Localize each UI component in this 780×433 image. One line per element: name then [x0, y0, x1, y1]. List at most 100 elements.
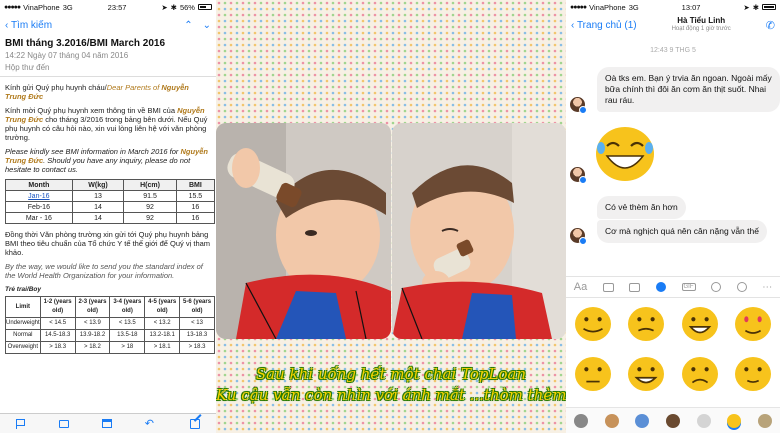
sticker-pack-4-icon[interactable] — [665, 413, 680, 428]
paragraph-who-en: By the way, we would like to send you th… — [5, 262, 203, 280]
who-cell: > 18.3 — [179, 341, 215, 354]
mailbox-label: Hộp thư đến — [5, 63, 50, 72]
bmi-cell: Mar - 16 — [5, 212, 73, 224]
emoji-sticker[interactable] — [627, 306, 665, 342]
mail-app-screen: ●●●●● VinaPhone 3G 23:57 ➤ ✱ 56% ‹ Tìm k… — [0, 0, 216, 433]
bmi-row: Jan-16 13 91.5 15.5 — [5, 190, 216, 202]
bmi-header-cell: H(cm) — [123, 179, 177, 191]
bluetooth-icon: ✱ — [752, 2, 759, 12]
bmi-cell: 16 — [175, 212, 216, 224]
who-cell: > 18 — [109, 341, 146, 354]
emoji-sticker[interactable] — [681, 306, 719, 342]
who-cell: 13.2-18.1 — [144, 329, 181, 342]
who-cell: < 13.9 — [74, 317, 111, 330]
who-row: Overweight > 18.3 > 18.2 > 18 > 18.1 > 18.3 — [5, 341, 215, 354]
flag-icon[interactable] — [16, 418, 26, 429]
bmi-cell: Feb-16 — [5, 201, 73, 213]
sticker-pack-5-icon[interactable] — [696, 413, 711, 428]
photo-collage: Sau khi uống hết một chai TopLoan Ku cậu… — [216, 0, 566, 433]
contact-name: Hà Tiểu Linh — [677, 16, 726, 25]
emoji-sticker[interactable] — [734, 306, 772, 342]
sticker-pack-7-icon[interactable] — [757, 413, 772, 428]
sticker-pack-1-icon[interactable] — [574, 413, 589, 428]
laughing-sticker[interactable] — [595, 126, 655, 182]
gallery-icon[interactable] — [629, 282, 641, 292]
student-name-cont: Đức — [28, 92, 44, 101]
back-button[interactable]: ‹ Trang chủ (1) — [571, 20, 637, 31]
bmi-cell: 16 — [175, 201, 216, 213]
contact-header[interactable]: Hà Tiểu Linh Hoạt động 1 giờ trước — [672, 16, 731, 34]
next-message-button[interactable]: ⌄ — [203, 20, 211, 31]
sticker-pack-6-icon[interactable] — [727, 413, 742, 428]
network-label: 3G — [62, 2, 73, 12]
signal-icon: ●●●●● — [4, 3, 21, 11]
emoji-sticker[interactable] — [627, 356, 665, 392]
bmi-cell: 14 — [71, 212, 125, 224]
contact-status: Hoạt động 1 giờ trước — [671, 26, 731, 32]
location-share-icon[interactable] — [736, 282, 747, 292]
boy-chart-label: Trẻ trai/Boy — [5, 286, 42, 293]
sticker-grid — [566, 306, 780, 392]
sticker-icon[interactable] — [655, 282, 666, 292]
message-row — [570, 126, 780, 184]
more-icon[interactable]: ⋯ — [762, 282, 772, 293]
message-input[interactable]: Aa — [574, 281, 587, 293]
message-row: Oà tks em. Bạn ý trvia ăn ngoan. Ngoài m… — [570, 67, 780, 114]
avatar[interactable] — [570, 97, 587, 114]
para2-text: Please kindly see BMI information in Mar… — [5, 147, 179, 156]
reply-icon[interactable]: ↶ — [145, 418, 157, 429]
bmi-link-cell[interactable]: Jan-16 — [5, 190, 73, 202]
who-cell: Underweight — [5, 317, 41, 330]
clock: 23:57 — [107, 2, 127, 12]
status-bar: ●●●●● VinaPhone 3G 23:57 ➤ ✱ 56% — [0, 0, 216, 14]
emoji-sticker[interactable] — [574, 356, 612, 392]
emoji-sticker[interactable] — [681, 356, 719, 392]
sticker-pack-2-icon[interactable] — [604, 413, 619, 428]
battery-icon — [762, 4, 776, 10]
archive-icon[interactable] — [101, 419, 112, 428]
sticker-pack-3-icon[interactable] — [635, 413, 650, 428]
sticker-pack-tray — [566, 407, 780, 433]
camera-icon[interactable] — [602, 282, 614, 292]
phone-icon[interactable]: ✆ — [766, 19, 775, 32]
mail-toolbar: ↶ — [0, 413, 216, 433]
clock: 13:07 — [681, 2, 701, 12]
carrier-label: VinaPhone — [589, 2, 626, 12]
message-bubble[interactable]: Oà tks em. Bạn ý trvia ăn ngoan. Ngoài m… — [597, 67, 780, 112]
bmi-row: Mar - 16 14 92 16 — [5, 212, 216, 224]
chat-nav-bar: ‹ Trang chủ (1) Hà Tiểu Linh Hoạt động 1… — [566, 14, 780, 36]
avatar[interactable] — [570, 228, 587, 245]
who-cell: > 18.2 — [74, 341, 111, 354]
caption-line-2: Ku cậu vẫn còn nhìn với ánh mắt ...thòm … — [216, 386, 566, 404]
who-header-cell: 3-4 (years old) — [109, 296, 146, 318]
mail-header: BMI tháng 3.2016/BMI March 2016 14:22 Ng… — [0, 36, 216, 77]
back-label: Tìm kiếm — [10, 19, 53, 31]
message-bubble[interactable]: Có vẻ thèm ăn hơn — [597, 196, 686, 219]
paragraph-who-vi: Đồng thời Văn phòng trường xin gửi tới Q… — [5, 230, 211, 257]
back-button[interactable]: ‹ Tìm kiếm — [5, 20, 52, 31]
previous-message-button[interactable]: ⌃ — [184, 20, 192, 31]
location-icon: ➤ — [161, 2, 168, 12]
bmi-header-cell: W(kg) — [71, 179, 125, 191]
bmi-header-cell: Month — [5, 179, 73, 191]
greeting-vi: Kính gửi Quý phụ huynh cháu/ — [5, 83, 107, 92]
gif-button[interactable]: GIF — [681, 283, 696, 291]
message-bubble[interactable]: Cơ mà nghịch quá nên cân nặng vẫn thế — [597, 220, 767, 243]
microphone-icon[interactable] — [711, 282, 722, 292]
emoji-sticker[interactable] — [734, 356, 772, 392]
battery-percent: 56% — [179, 2, 195, 12]
avatar[interactable] — [570, 167, 587, 184]
compose-icon[interactable] — [189, 418, 200, 429]
photo-boy-looking-bottle — [392, 123, 566, 339]
folder-icon[interactable] — [59, 419, 70, 428]
bmi-cell: 14 — [71, 201, 125, 213]
bluetooth-icon: ✱ — [170, 2, 177, 12]
emoji-sticker[interactable] — [574, 306, 612, 342]
location-icon: ➤ — [743, 2, 750, 12]
greeting-en: Dear Parents of — [106, 83, 160, 92]
message-composer: Aa GIF ⋯ — [566, 276, 780, 298]
who-header-cell: 2-3 (years old) — [74, 296, 111, 318]
mail-date: 14:22 Ngày 07 tháng 04 năm 2016 — [5, 51, 129, 60]
bmi-header-cell: BMI — [175, 179, 216, 191]
signal-icon: ●●●●● — [570, 3, 587, 11]
